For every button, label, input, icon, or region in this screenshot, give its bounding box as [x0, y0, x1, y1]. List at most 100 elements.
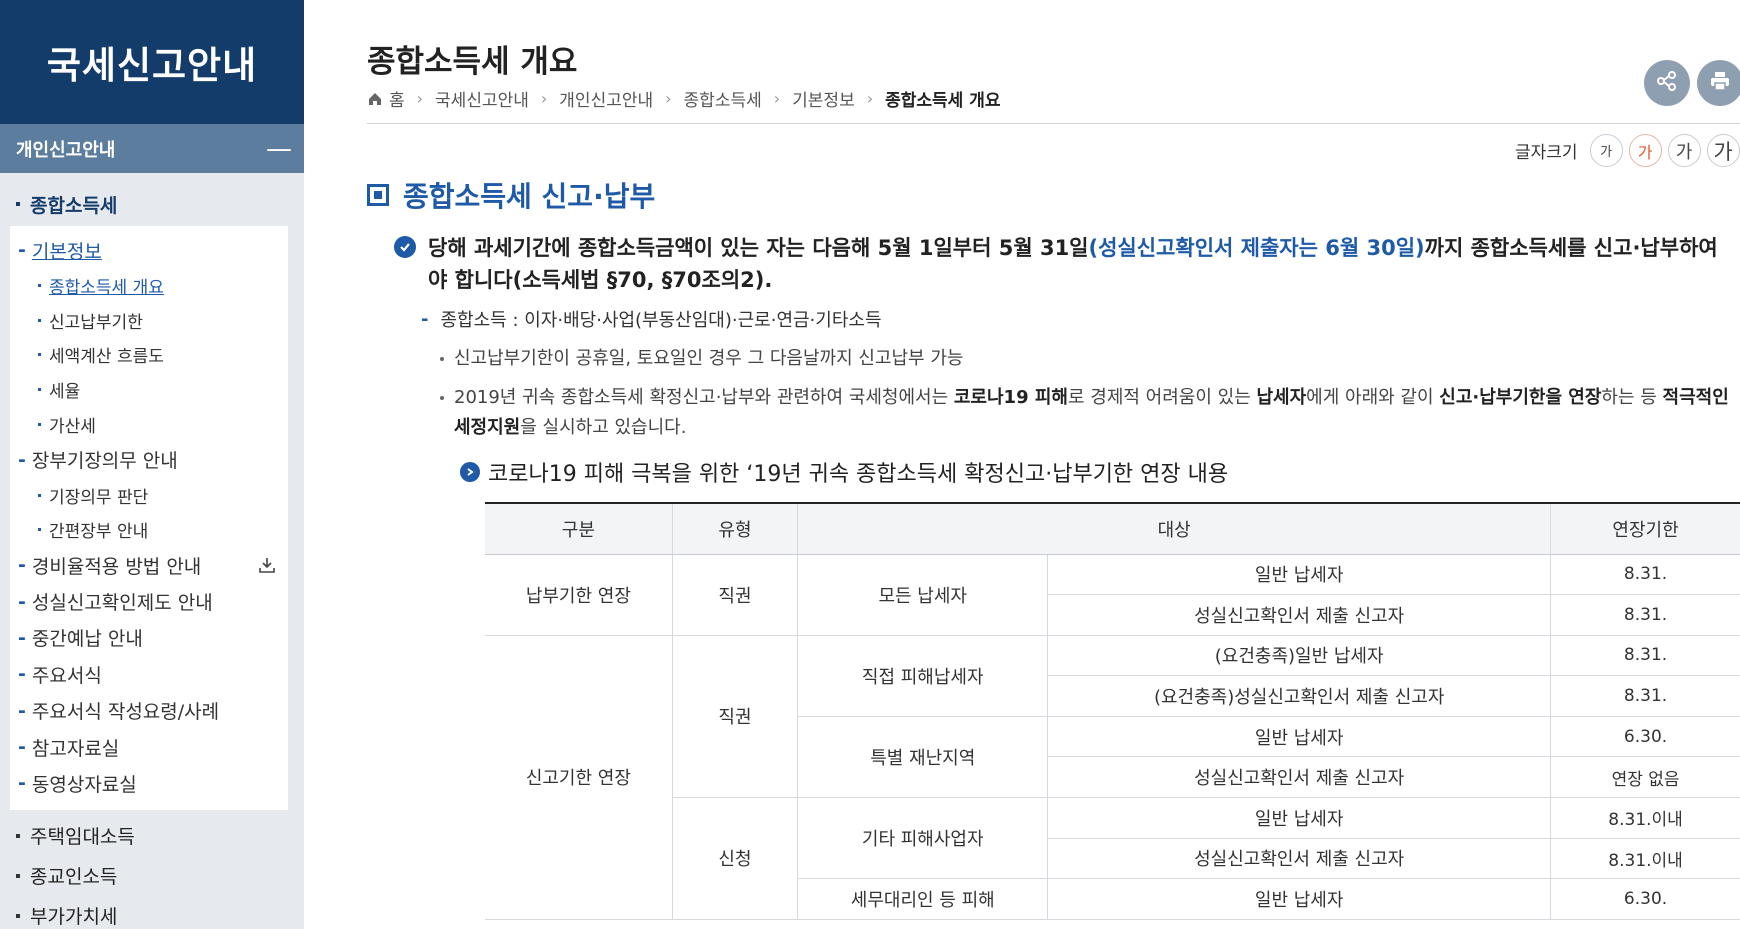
breadcrumb-current: 종합소득세 개요	[885, 91, 1001, 111]
subject-cell: 일반 납세자	[1047, 878, 1551, 920]
breadcrumb-personal[interactable]: 개인신고안내	[559, 86, 653, 111]
sidebar-item-deadline[interactable]: 신고납부기한	[10, 303, 288, 338]
sidebar-item-tax-rate[interactable]: 세율	[10, 372, 288, 407]
deadline-cell: 8.31.	[1550, 594, 1740, 636]
share-icon	[1656, 70, 1678, 96]
sidebar-item-references[interactable]: - 참고자료실	[10, 729, 288, 765]
deadline-cell: 8.31.이내	[1550, 797, 1740, 839]
deadline-cell: 연장 없음	[1550, 756, 1740, 799]
sidebar-item-penalty[interactable]: 가산세	[10, 407, 288, 442]
target-cell: 특별 재난지역	[797, 716, 1048, 799]
font-size-xlarge-button[interactable]: 가	[1706, 134, 1740, 167]
dot-icon	[440, 396, 444, 400]
group-cell: 신고기한 연장	[485, 635, 673, 920]
breadcrumb-national-tax[interactable]: 국세신고안내	[435, 86, 529, 111]
subject-cell: 일반 납세자	[1047, 716, 1551, 758]
subject-cell: 일반 납세자	[1047, 554, 1551, 596]
sidebar-item-form-guide[interactable]: - 주요서식 작성요령/사례	[10, 693, 288, 729]
share-button[interactable]	[1644, 60, 1690, 106]
chevron-right-icon: ›	[540, 89, 548, 108]
site-title: 국세신고안내	[0, 0, 304, 124]
sidebar-item-ledger-judge[interactable]: 기장의무 판단	[10, 478, 288, 513]
bullet-icon	[16, 913, 20, 918]
table-caption: 코로나19 피해 극복을 위한 ‘19년 귀속 종합소득세 확정신고·납부기한 …	[460, 456, 1228, 488]
header-category: 구분	[485, 502, 673, 555]
sidebar-item-simple-ledger[interactable]: 간편장부 안내	[10, 512, 288, 547]
dash-icon: -	[18, 448, 26, 471]
subject-cell: 일반 납세자	[1047, 797, 1551, 839]
bullet-icon	[16, 873, 20, 878]
chevron-right-icon: ›	[665, 89, 672, 108]
bullet-icon	[16, 833, 20, 838]
sidebar-item-basic-info[interactable]: - 기본정보	[10, 232, 288, 268]
table-header-row: 구분 유형 대상 연장기한	[485, 502, 1740, 555]
font-size-small-button[interactable]: 가	[1589, 134, 1623, 167]
breadcrumb-home[interactable]: 홈	[389, 86, 405, 111]
deadline-cell: 8.31.	[1550, 635, 1740, 677]
arrow-right-icon	[460, 462, 480, 482]
bullet-icon	[16, 202, 20, 206]
sidebar-item-rental-income[interactable]: 주택임대소득	[0, 816, 304, 856]
dot-icon	[38, 353, 41, 357]
sidebar-item-ledger[interactable]: - 장부기장의무 안내	[10, 441, 288, 477]
target-cell: 직접 피해납세자	[797, 635, 1048, 717]
sidebar-item-videos[interactable]: - 동영상자료실	[10, 765, 288, 801]
sidebar-item-overview[interactable]: 종합소득세 개요	[10, 268, 288, 303]
bullet-holiday: 신고납부기한이 공휴일, 토요일인 경우 그 다음날까지 신고납부 가능	[440, 344, 963, 374]
section-label: 개인신고안내	[16, 139, 116, 161]
group-cell: 납부기한 연장	[485, 554, 673, 636]
sidebar-item-flowchart[interactable]: 세액계산 흐름도	[10, 338, 288, 373]
subject-cell: 성실신고확인서 제출 신고자	[1047, 756, 1551, 799]
font-size-control: 글자크기 가 가 가 가	[1515, 134, 1740, 167]
download-icon[interactable]	[258, 556, 276, 579]
dot-icon	[38, 284, 41, 288]
home-icon[interactable]	[367, 91, 383, 107]
subject-cell: (요건충족)일반 납세자	[1047, 635, 1551, 677]
table-row: 신고기한 연장 직권 직접 피해납세자 (요건충족)일반 납세자 8.31.	[485, 635, 1740, 920]
section-toggle-bar[interactable]: 개인신고안내 —	[0, 124, 304, 173]
dot-icon	[38, 422, 41, 426]
sidebar-item-interim[interactable]: - 중간예납 안내	[10, 620, 288, 656]
sidebar-item-vat[interactable]: 부가가치세	[0, 896, 304, 929]
font-size-large-button[interactable]: 가	[1667, 134, 1701, 167]
dash-icon: -	[18, 626, 26, 649]
dot-icon	[440, 357, 444, 361]
subject-cell: 성실신고확인서 제출 신고자	[1047, 594, 1551, 636]
breadcrumb-income-tax[interactable]: 종합소득세	[684, 86, 762, 111]
sidebar-item-forms[interactable]: - 주요서식	[10, 656, 288, 692]
chevron-right-icon: ›	[773, 89, 781, 108]
dot-icon	[38, 528, 41, 532]
subject-cell: (요건충족)성실신고확인서 제출 신고자	[1047, 675, 1551, 717]
table-row: 신청 기타 피해사업자 일반 납세자 8.31.이내	[485, 797, 1740, 920]
print-button[interactable]	[1697, 60, 1740, 106]
page-title: 종합소득세 개요	[367, 44, 578, 80]
sidebar: 국세신고안내 개인신고안내 — 종합소득세 - 기본정보 종합소득세 개요 신고…	[0, 0, 304, 929]
deadline-cell: 8.31.	[1550, 554, 1740, 596]
target-cell: 기타 피해사업자	[797, 797, 1048, 880]
breadcrumb: 홈 › 국세신고안내 › 개인신고안내 › 종합소득세 › 기본정보 › 종합소…	[367, 86, 1001, 111]
breadcrumb-basic-info[interactable]: 기본정보	[792, 86, 855, 111]
dash-icon: -	[18, 699, 26, 722]
sidebar-item-income-tax[interactable]: 종합소득세	[0, 184, 304, 224]
deadline-cell: 6.30.	[1550, 716, 1740, 758]
main-paragraph: 당해 과세기간에 종합소득금액이 있는 자는 다음해 5월 1일부터 5월 31…	[394, 232, 1740, 296]
dash-icon: -	[18, 663, 26, 686]
dash-icon: -	[18, 590, 26, 613]
sidebar-item-expense-rate[interactable]: - 경비율적용 방법 안내	[10, 547, 288, 583]
deadline-cell: 8.31.	[1550, 675, 1740, 717]
table-row: 납부기한 연장 직권 모든 납세자 일반 납세자 8.31.	[485, 554, 1740, 636]
bullet-covid-support: 2019년 귀속 종합소득세 확정신고·납부와 관련하여 국세청에서는 코로나1…	[440, 383, 1740, 443]
font-size-default-button[interactable]: 가	[1628, 134, 1662, 167]
dot-icon	[38, 387, 41, 391]
font-size-label: 글자크기	[1515, 143, 1578, 163]
sidebar-item-religious-income[interactable]: 종교인소득	[0, 856, 304, 896]
collapse-icon[interactable]: —	[266, 136, 292, 162]
deadline-cell: 6.30.	[1550, 878, 1740, 920]
sidebar-item-sincere-report[interactable]: - 성실신고확인제도 안내	[10, 583, 288, 619]
type-cell: 직권	[671, 635, 798, 799]
dash-icon: -	[18, 772, 26, 795]
dot-icon	[38, 493, 41, 497]
dash-icon: -	[18, 554, 26, 577]
target-cell: 세무대리인 등 피해	[797, 878, 1048, 920]
header-type: 유형	[671, 502, 798, 555]
